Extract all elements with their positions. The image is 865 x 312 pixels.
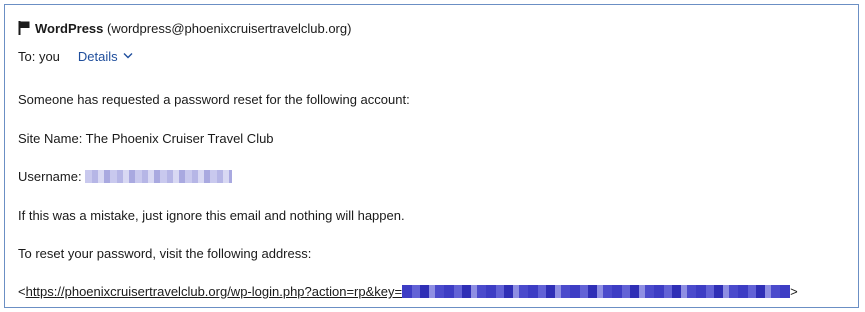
username-label: Username: (18, 169, 82, 184)
details-label: Details (77, 49, 118, 64)
chevron-down-icon (123, 53, 133, 59)
recipient-label: To: you (18, 49, 60, 64)
body-line-request: Someone has requested a password reset f… (18, 92, 410, 107)
flag-icon[interactable] (18, 21, 30, 35)
reset-link-text: https://phoenixcruisertravelclub.org/wp-… (25, 284, 403, 299)
body-line-mistake: If this was a mistake, just ignore this … (18, 208, 405, 223)
redacted-username (84, 170, 232, 183)
details-toggle[interactable]: Details (78, 49, 133, 64)
body-line-instructions: To reset your password, visit the follow… (18, 246, 312, 261)
redacted-reset-key (402, 285, 791, 298)
link-close-bracket: > (790, 284, 798, 299)
sender-name: WordPress (35, 21, 104, 36)
email-message-pane: WordPress (wordpress@phoenixcruisertrave… (4, 4, 859, 308)
body-line-reset-link: <https://phoenixcruisertravelclub.org/wp… (18, 284, 798, 300)
link-open-bracket: < (18, 284, 26, 299)
reset-password-link[interactable]: https://phoenixcruisertravelclub.org/wp-… (26, 284, 791, 299)
sender-line: WordPress (wordpress@phoenixcruisertrave… (18, 21, 351, 37)
sender-address: (wordpress@phoenixcruisertravelclub.org) (107, 21, 352, 36)
body-line-username: Username: (18, 169, 232, 185)
recipient-line: To: you Details (18, 49, 133, 65)
body-line-site-name: Site Name: The Phoenix Cruiser Travel Cl… (18, 131, 274, 146)
